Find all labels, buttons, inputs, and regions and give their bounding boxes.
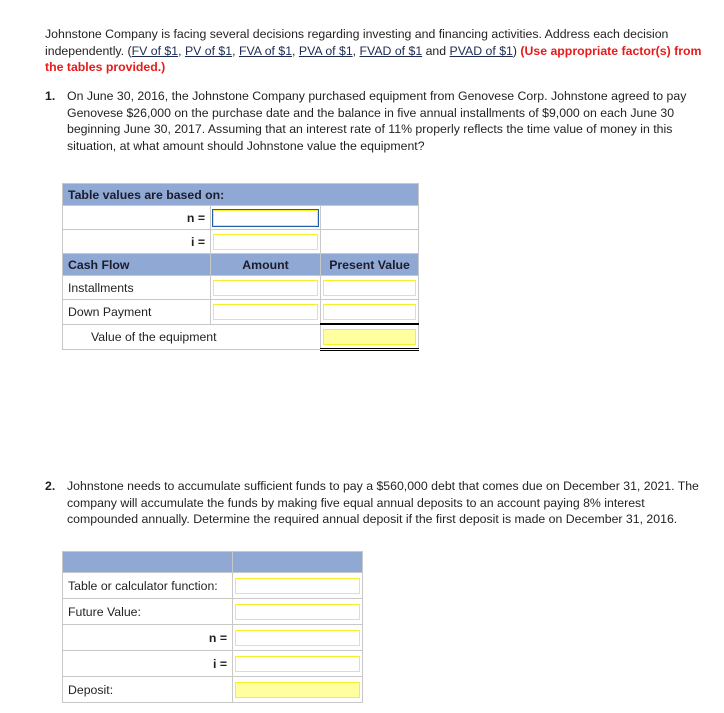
table2-header-right [232, 551, 363, 573]
table2-row-function-label: Table or calculator function: [62, 572, 233, 599]
table1-down-payment-pv-value [323, 303, 417, 320]
table-row [62, 551, 363, 573]
question-1-text: On June 30, 2016, the Johnstone Company … [67, 89, 687, 153]
table-present-value-equipment: Table values are based on: n = i = Cash … [61, 183, 420, 351]
table2-row-future-value-label: Future Value: [62, 598, 233, 625]
table1-n-label: n = [62, 205, 211, 230]
worksheet-page: Johnstone Company is facing several deci… [0, 0, 724, 713]
link-fva-of-1[interactable]: FVA of $1 [239, 44, 292, 58]
table2-row-i-label: i = [62, 650, 233, 677]
table2-row-i-input[interactable] [232, 650, 363, 677]
table2-future-value-value [235, 603, 360, 620]
table1-row-down-payment-pv[interactable] [319, 299, 420, 325]
link-pv-of-1[interactable]: PV of $1 [185, 44, 232, 58]
table1-title: Table values are based on: [61, 183, 420, 206]
table-row: Table or calculator function: [62, 572, 363, 599]
table2-row-n-label: n = [62, 624, 233, 651]
table-annual-deposit: Table or calculator function: Future Val… [62, 551, 363, 703]
table1-n-spacer [319, 205, 420, 230]
link-fv-of-1[interactable]: FV of $1 [132, 44, 178, 58]
table2-n-value [235, 629, 360, 646]
table1-header-amount: Amount [210, 253, 321, 276]
table-row: Table values are based on: [61, 183, 420, 206]
table1-n-value [212, 208, 319, 227]
question-2-text: Johnstone needs to accumulate sufficient… [67, 479, 699, 526]
table2-row-deposit-label: Deposit: [62, 676, 233, 703]
table-row: n = [62, 205, 420, 230]
table1-total-input[interactable] [319, 323, 420, 351]
link-pvad-of-1[interactable]: PVAD of $1 [450, 44, 513, 58]
table1-total-value [323, 328, 417, 345]
link-fvad-of-1[interactable]: FVAD of $1 [360, 44, 423, 58]
table-row: Value of the equipment [62, 323, 420, 351]
question-2-number: 2. [45, 479, 56, 493]
table1-row-installments-label: Installments [62, 275, 211, 300]
table1-row-installments-amount[interactable] [210, 275, 321, 300]
intro-sep-4: , [352, 43, 360, 58]
table-row: n = [62, 624, 363, 651]
table-row: Installments [62, 275, 420, 300]
table2-deposit-value [235, 681, 360, 698]
table1-header-present-value: Present Value [319, 253, 420, 276]
table-row: i = [62, 229, 420, 254]
table1-i-value [213, 233, 318, 250]
intro-sep-2: , [232, 43, 239, 58]
table1-down-payment-amount-value [213, 303, 318, 320]
intro-paragraph: Johnstone Company is facing several deci… [45, 26, 717, 76]
table-row: i = [62, 650, 363, 677]
table2-row-function-input[interactable] [232, 572, 363, 599]
table1-total-label: Value of the equipment [62, 323, 321, 350]
table-row: Future Value: [62, 598, 363, 625]
link-pva-of-1[interactable]: PVA of $1 [299, 44, 353, 58]
table2-row-deposit-input[interactable] [232, 676, 363, 703]
table-row: Deposit: [62, 676, 363, 703]
table2-row-n-input[interactable] [232, 624, 363, 651]
question-1-number: 1. [45, 89, 56, 103]
table1-n-input[interactable] [210, 205, 321, 230]
table1-header-cash-flow: Cash Flow [62, 253, 211, 276]
table1-i-input[interactable] [210, 229, 321, 254]
table1-installments-pv-value [323, 279, 417, 296]
table1-row-installments-pv[interactable] [319, 275, 420, 300]
table2-function-value [235, 577, 360, 594]
table1-i-label: i = [62, 229, 211, 254]
table1-row-down-payment-label: Down Payment [62, 299, 211, 325]
question-1: 1. On June 30, 2016, the Johnstone Compa… [45, 88, 717, 154]
table-row: Down Payment [62, 299, 420, 325]
table1-installments-amount-value [213, 279, 318, 296]
intro-sep-and: and [422, 43, 450, 58]
table2-i-value [235, 655, 360, 672]
table1-i-spacer [319, 229, 420, 254]
intro-sep-3: , [292, 43, 299, 58]
intro-sep-1: , [178, 43, 185, 58]
table-row: Cash Flow Amount Present Value [62, 253, 420, 276]
table2-row-future-value-input[interactable] [232, 598, 363, 625]
question-2: 2. Johnstone needs to accumulate suffici… [45, 478, 717, 528]
table1-row-down-payment-amount[interactable] [210, 299, 321, 325]
table2-header-left [62, 551, 233, 573]
